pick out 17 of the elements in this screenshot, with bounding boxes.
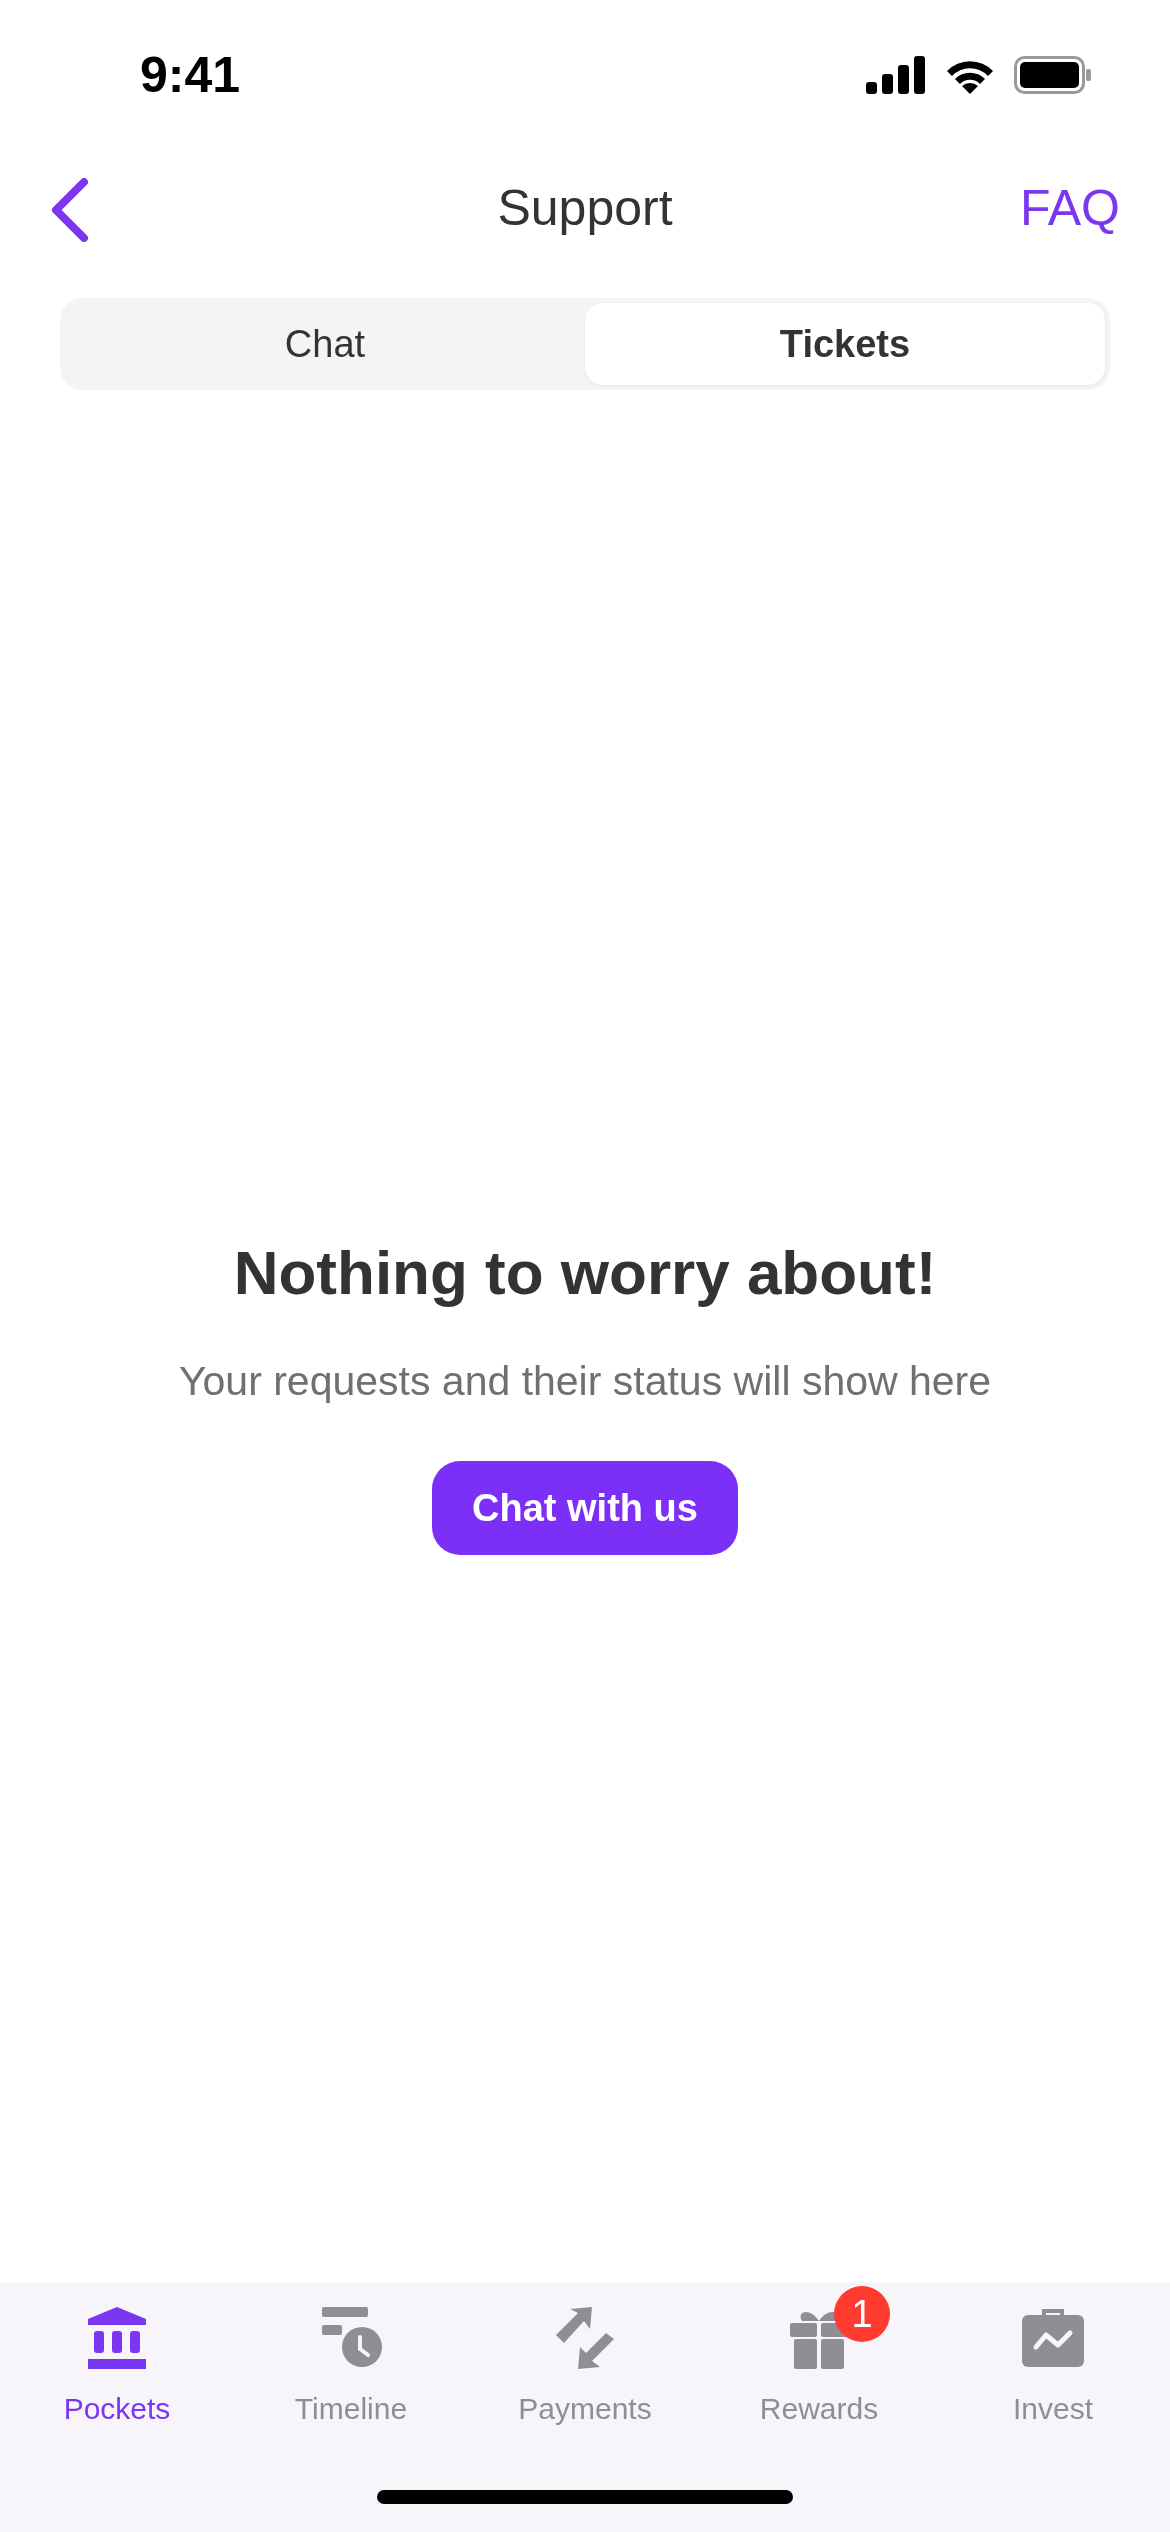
tab-bar-item[interactable]: 1 Rewards — [702, 2282, 936, 2426]
screen-title: Support — [497, 178, 673, 237]
empty-message: Your requests and their status will show here — [178, 1358, 992, 1405]
segment-tab[interactable]: Chat — [65, 303, 585, 385]
tab-bar-item[interactable]: Payments — [468, 2282, 702, 2426]
tab-bar-item[interactable]: Pockets — [0, 2282, 234, 2426]
faq-link[interactable]: FAQ — [1019, 178, 1120, 237]
status-time: 9:41 — [140, 46, 241, 104]
segment-tab[interactable]: Tickets — [585, 303, 1105, 385]
empty-title: Nothing to worry about! — [233, 1237, 937, 1308]
battery-icon — [1014, 56, 1092, 94]
back-icon[interactable] — [50, 177, 90, 242]
notification-badge: 1 — [834, 2286, 890, 2342]
tab-bar-item[interactable]: Timeline — [234, 2282, 468, 2426]
tab-bar-item[interactable]: Invest — [936, 2282, 1170, 2426]
signal-icon — [866, 56, 926, 94]
chat-button[interactable]: Chat with us — [432, 1461, 738, 1555]
